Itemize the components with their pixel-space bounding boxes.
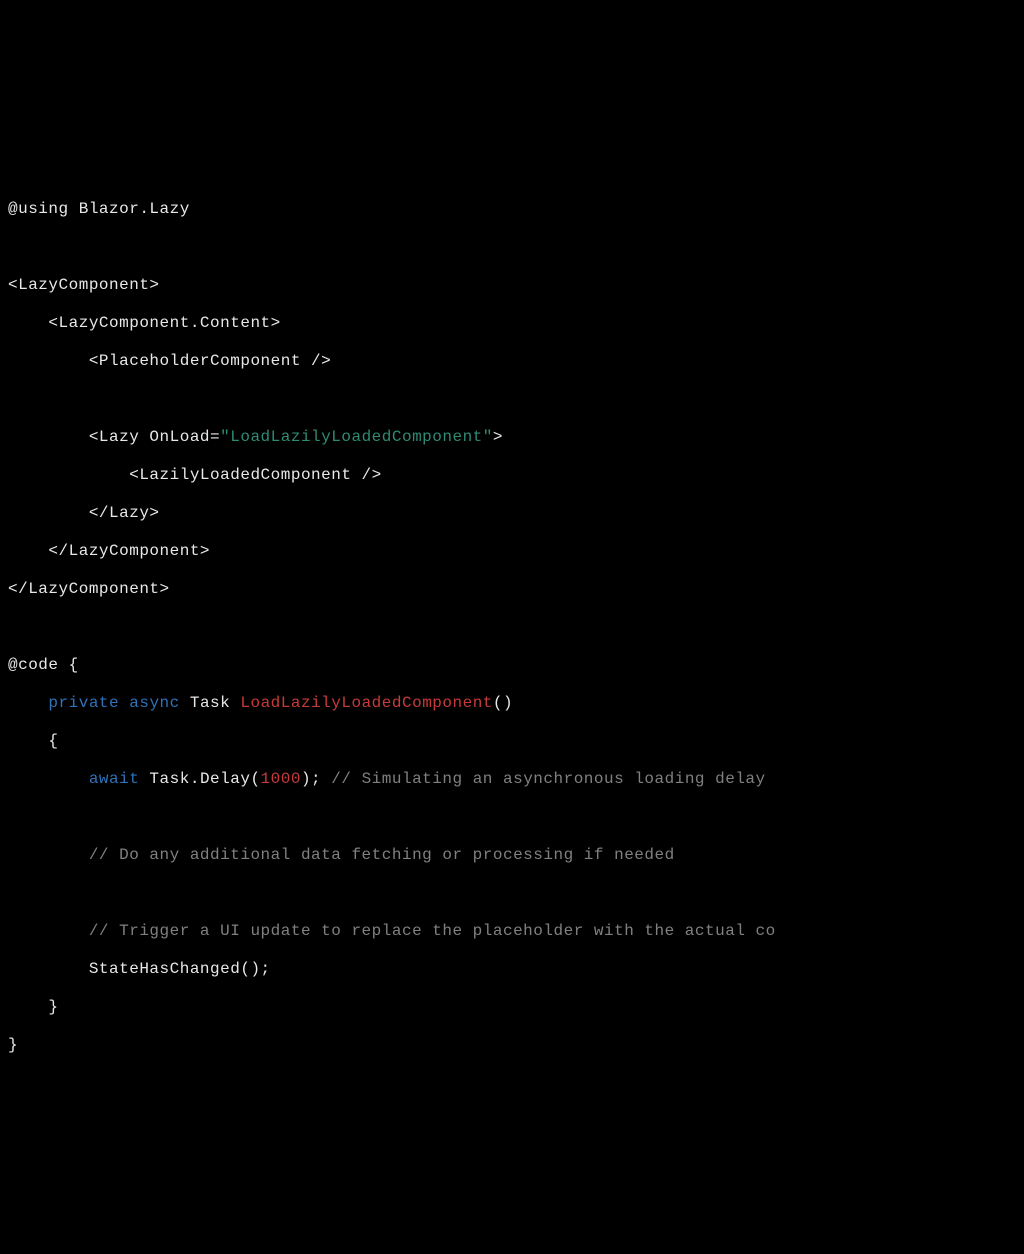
code-keyword: private bbox=[48, 694, 119, 712]
code-token: > bbox=[493, 428, 503, 446]
code-line: </Lazy> bbox=[8, 504, 160, 522]
code-line: } bbox=[8, 998, 59, 1016]
code-line: @using Blazor.Lazy bbox=[8, 200, 190, 218]
code-line: </LazyComponent> bbox=[8, 580, 170, 598]
code-line: @code { bbox=[8, 656, 79, 674]
code-space bbox=[119, 694, 129, 712]
code-line: } bbox=[8, 1036, 18, 1054]
code-line: StateHasChanged(); bbox=[8, 960, 271, 978]
code-number: 1000 bbox=[261, 770, 301, 788]
code-indent bbox=[8, 770, 89, 788]
code-token-string: "LoadLazilyLoadedComponent" bbox=[220, 428, 493, 446]
code-keyword: await bbox=[89, 770, 140, 788]
code-line: <LazilyLoadedComponent /> bbox=[8, 466, 382, 484]
code-token: ); bbox=[301, 770, 331, 788]
code-comment: // Trigger a UI update to replace the pl… bbox=[89, 922, 776, 940]
code-comment: // Simulating an asynchronous loading de… bbox=[331, 770, 765, 788]
code-indent bbox=[8, 694, 48, 712]
code-token: () bbox=[493, 694, 513, 712]
code-block: @using Blazor.Lazy <LazyComponent> <Lazy… bbox=[0, 152, 1024, 1064]
code-method: LoadLazilyLoadedComponent bbox=[240, 694, 493, 712]
code-comment: // Do any additional data fetching or pr… bbox=[89, 846, 675, 864]
code-line: </LazyComponent> bbox=[8, 542, 210, 560]
code-token: Task.Delay( bbox=[139, 770, 260, 788]
code-line: <LazyComponent> bbox=[8, 276, 160, 294]
code-line: <PlaceholderComponent /> bbox=[8, 352, 331, 370]
code-keyword: async bbox=[129, 694, 180, 712]
code-line: { bbox=[8, 732, 59, 750]
code-indent bbox=[8, 846, 89, 864]
code-token: Task bbox=[180, 694, 241, 712]
code-indent bbox=[8, 922, 89, 940]
code-token: <Lazy OnLoad= bbox=[8, 428, 220, 446]
code-line: <LazyComponent.Content> bbox=[8, 314, 281, 332]
